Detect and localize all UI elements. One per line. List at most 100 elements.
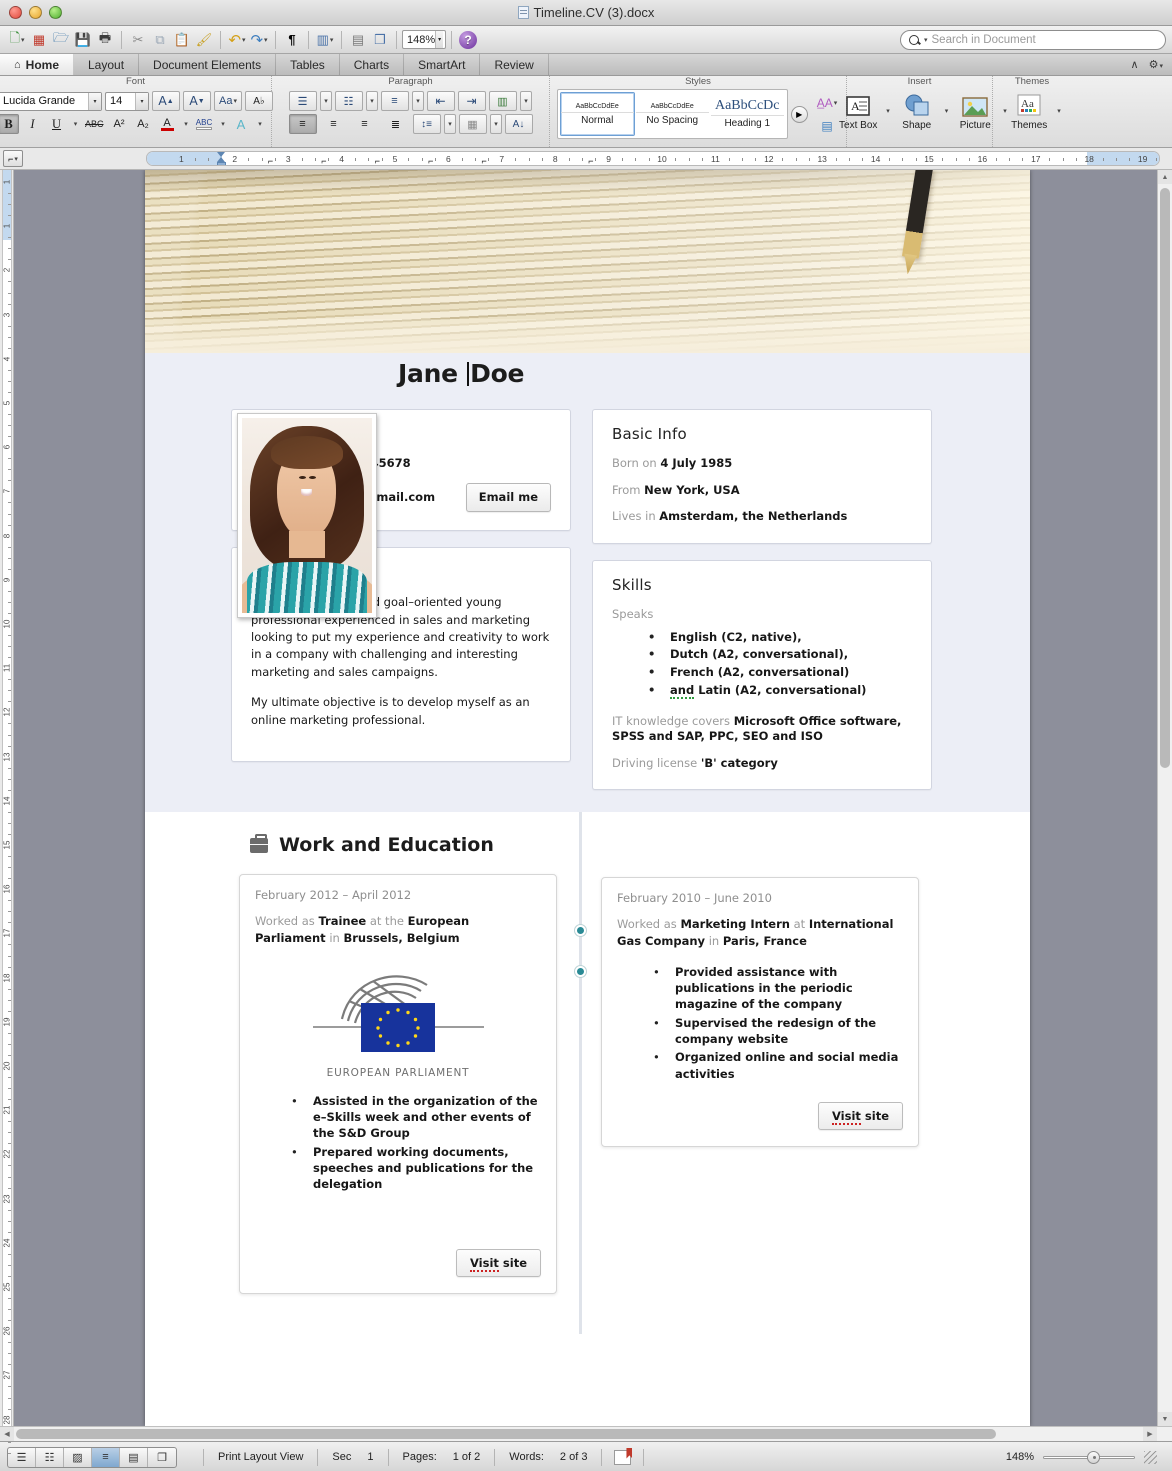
skills-card[interactable]: Skills Speaks English (C2, native), Dutc…: [592, 559, 932, 791]
shrink-font-button[interactable]: A ▼: [183, 91, 211, 111]
draft-view-button[interactable]: ☰: [8, 1447, 36, 1467]
show-formatting-marks-button[interactable]: ¶: [281, 28, 303, 52]
insert-text-box-button[interactable]: A Text Box: [832, 89, 884, 131]
tab-home[interactable]: ⌂ Home: [0, 54, 74, 75]
paste-button[interactable]: 📋: [171, 28, 193, 52]
minimize-window-button[interactable]: [29, 6, 42, 19]
strikethrough-button[interactable]: ABC: [83, 114, 106, 134]
search-in-document[interactable]: ▾ Search in Document: [900, 29, 1166, 50]
resize-grip[interactable]: [1144, 1450, 1157, 1464]
visit-site-button[interactable]: Visit site: [455, 1248, 541, 1277]
notebook-layout-view-button[interactable]: ▤: [120, 1447, 148, 1467]
save-button[interactable]: 💾: [72, 28, 94, 52]
collapse-ribbon-icon[interactable]: ∧: [1131, 58, 1139, 71]
tab-document-elements[interactable]: Document Elements: [139, 54, 277, 75]
zoom-slider-knob[interactable]: [1087, 1450, 1100, 1464]
text-box-chevron-icon[interactable]: ▾: [886, 107, 890, 115]
full-screen-view-button[interactable]: ❐: [148, 1448, 176, 1467]
template-gallery-button[interactable]: ▦: [28, 28, 50, 52]
horizontal-scrollbar[interactable]: ◀ ▶: [0, 1426, 1172, 1441]
highlight-chevron-icon[interactable]: ▾: [218, 114, 228, 134]
themes-button[interactable]: Aa Themes: [1003, 89, 1055, 131]
tab-stop-mark[interactable]: ⌐: [428, 156, 433, 165]
justify-button[interactable]: ≣: [382, 114, 410, 134]
columns-button[interactable]: ▥: [488, 91, 517, 111]
new-document-button[interactable]: 🗋 ▾: [6, 28, 28, 52]
font-name-combo[interactable]: Lucida Grande ▾: [0, 91, 102, 111]
bulleted-list-button[interactable]: ☰: [288, 91, 317, 111]
shape-chevron-icon[interactable]: ▾: [945, 107, 949, 115]
text-effects-button[interactable]: A: [231, 114, 252, 134]
superscript-button[interactable]: A²: [109, 114, 130, 134]
zoom-window-button[interactable]: [49, 6, 62, 19]
help-button[interactable]: ?: [457, 28, 479, 52]
italic-button[interactable]: I: [22, 114, 43, 134]
borders-chevron-icon[interactable]: ▾: [489, 114, 502, 134]
search-input[interactable]: Search in Document: [932, 34, 1157, 46]
cut-button[interactable]: ✂: [127, 28, 149, 52]
document-canvas[interactable]: Jane Doe Contact Info Phone +31 61 23456…: [14, 170, 1157, 1426]
spelling-grammar-status-icon[interactable]: [614, 1449, 632, 1465]
zoom-level-field[interactable]: 148% ▾: [402, 30, 446, 49]
tab-review[interactable]: Review: [480, 54, 549, 75]
search-options-chevron-icon[interactable]: ▾: [924, 36, 928, 44]
bold-button[interactable]: B: [0, 114, 19, 134]
clear-formatting-button[interactable]: A♭: [245, 91, 273, 111]
numbered-list-button[interactable]: ☷: [334, 91, 363, 111]
styles-more-button[interactable]: ▶: [790, 105, 808, 123]
underline-options-chevron-icon[interactable]: ▾: [70, 114, 80, 134]
font-color-button[interactable]: A: [157, 114, 178, 134]
visit-site-button[interactable]: Visit site: [817, 1101, 903, 1130]
window-controls[interactable]: [9, 6, 62, 19]
align-center-button[interactable]: ≡: [320, 114, 348, 134]
font-name-chevron-down-icon[interactable]: ▾: [88, 92, 101, 110]
line-spacing-chevron-icon[interactable]: ▾: [443, 114, 456, 134]
redo-button[interactable]: ↷ ▾: [248, 28, 270, 52]
borders-button[interactable]: ▦: [458, 114, 487, 134]
style-heading-1[interactable]: AaBbCcDc Heading 1: [709, 92, 785, 136]
profile-photo[interactable]: [237, 413, 377, 618]
scroll-down-arrow-icon[interactable]: ▼: [1158, 1412, 1172, 1426]
horizontal-ruler-track[interactable]: 1 2 3 4 5 6 7 8 9 10 11 12 13 14 15 16 17 18 19 ⌐ ⌐ ⌐ ⌐ ⌐ ⌐: [146, 151, 1160, 166]
vertical-scrollbar-thumb[interactable]: [1160, 188, 1170, 768]
text-effects-chevron-icon[interactable]: ▾: [255, 114, 265, 134]
copy-button[interactable]: ⧉: [149, 28, 171, 52]
tab-stop-selector-button[interactable]: ⌐ ▾: [3, 150, 23, 167]
tab-tables[interactable]: Tables: [276, 54, 340, 75]
vertical-ruler-track[interactable]: 1 1 2 3 4 5 6 7 8 9 10 11 12 13 14 15 16 17 18 19 20 21 22 23 24…: [2, 170, 12, 1454]
bulleted-list-chevron-icon[interactable]: ▾: [319, 91, 332, 111]
zoom-slider[interactable]: [1043, 1450, 1135, 1464]
ribbon-settings-icon[interactable]: ⚙▾: [1149, 58, 1163, 71]
tab-stop-mark[interactable]: ⌐: [588, 156, 593, 165]
align-left-button[interactable]: ≡: [288, 114, 317, 134]
media-browser-button[interactable]: ❒: [369, 28, 391, 52]
zoom-level-stepper[interactable]: ▾: [435, 31, 443, 48]
tab-stop-mark[interactable]: ⌐: [375, 156, 380, 165]
timeline-entry-card[interactable]: February 2012 – April 2012 Worked as Tra…: [239, 874, 557, 1294]
basic-info-card[interactable]: Basic Info Born on 4 July 1985 From New …: [592, 409, 932, 544]
font-color-chevron-icon[interactable]: ▾: [181, 114, 191, 134]
close-window-button[interactable]: [9, 6, 22, 19]
insert-shape-button[interactable]: Shape: [891, 89, 943, 131]
align-right-button[interactable]: ≡: [351, 114, 379, 134]
tab-stop-mark[interactable]: ⌐: [321, 156, 326, 165]
document-page[interactable]: Jane Doe Contact Info Phone +31 61 23456…: [145, 170, 1030, 1426]
sidebar-toggle-button[interactable]: ▥ ▾: [314, 28, 336, 52]
horizontal-scrollbar-thumb[interactable]: [16, 1429, 996, 1439]
timeline-entry-card[interactable]: February 2010 – June 2010 Worked as Mark…: [601, 877, 919, 1147]
sort-button[interactable]: A↓: [504, 114, 533, 134]
outline-view-button[interactable]: ☷: [36, 1447, 64, 1467]
vertical-scrollbar[interactable]: ▲ ▼: [1157, 170, 1172, 1426]
undo-button[interactable]: ↶ ▾: [226, 28, 248, 52]
status-track-changes[interactable]: [602, 1448, 645, 1466]
tab-stop-mark[interactable]: ⌐: [268, 156, 273, 165]
style-no-spacing[interactable]: AaBbCcDdEe No Spacing: [634, 92, 710, 136]
font-size-chevron-down-icon[interactable]: ▾: [135, 92, 148, 110]
tab-smartart[interactable]: SmartArt: [404, 54, 481, 75]
themes-chevron-icon[interactable]: ▾: [1057, 107, 1061, 115]
left-indent-marker[interactable]: [217, 162, 226, 165]
format-painter-button[interactable]: 🖌: [193, 28, 215, 52]
multilevel-list-chevron-icon[interactable]: ▾: [411, 91, 424, 111]
grow-font-button[interactable]: A ▲: [152, 91, 180, 111]
toolbox-button[interactable]: ▤: [347, 28, 369, 52]
